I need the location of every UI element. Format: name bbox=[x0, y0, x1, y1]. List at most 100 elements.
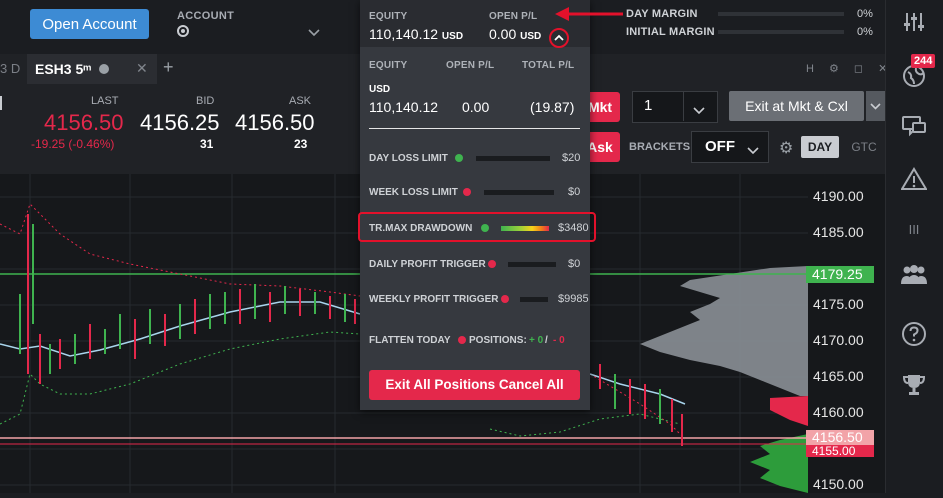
open-pl-currency: USD bbox=[520, 31, 542, 42]
equity-value: 110,140.12 USD bbox=[369, 26, 464, 42]
last-label: LAST bbox=[91, 95, 119, 107]
trophy-icon[interactable] bbox=[885, 372, 943, 404]
limit-bar bbox=[508, 262, 556, 267]
initial-margin-bar bbox=[718, 30, 844, 34]
positions-short: - 0 bbox=[553, 335, 565, 346]
price-marker-red: 4155.00 bbox=[806, 445, 874, 457]
positions-long: + 0 bbox=[529, 335, 544, 346]
tab-status-dot bbox=[99, 64, 109, 74]
account-label: ACCOUNT bbox=[177, 10, 235, 22]
table-open-pl-value: 0.00 bbox=[462, 99, 490, 115]
brackets-value: OFF bbox=[705, 138, 735, 155]
tab-partial[interactable]: 3 D bbox=[0, 61, 20, 76]
limit-amount: $9985 bbox=[558, 293, 589, 305]
positions-label: POSITIONS: bbox=[469, 335, 527, 346]
equity-currency: USD bbox=[441, 31, 464, 42]
currency-label: USD bbox=[369, 84, 391, 95]
chevron-up-icon[interactable] bbox=[553, 31, 565, 49]
ask-price[interactable]: 4156.50 bbox=[235, 110, 315, 136]
limit-amount: $3480 bbox=[558, 222, 589, 234]
limit-row-label: DAILY PROFIT TRIGGER bbox=[369, 259, 486, 270]
panel-edge-marker bbox=[0, 96, 2, 110]
tab-esh3-label: ESH3 5ᵐ bbox=[35, 61, 92, 77]
limit-row-label: TR.MAX DRAWDOWN bbox=[369, 223, 473, 234]
last-change: -19.25 (-0.46%) bbox=[31, 137, 115, 151]
close-icon[interactable]: ✕ bbox=[136, 60, 148, 77]
brackets-label: BRACKETS bbox=[629, 141, 691, 153]
divider bbox=[369, 128, 580, 129]
price-axis-label: 4175.00 bbox=[813, 296, 864, 312]
limit-amount: $20 bbox=[562, 152, 581, 164]
table-open-pl-label: OPEN P/L bbox=[446, 60, 495, 71]
status-dot bbox=[458, 336, 466, 344]
bid-price[interactable]: 4156.25 bbox=[140, 110, 220, 136]
price-axis-label: 4160.00 bbox=[813, 404, 864, 420]
table-total-pl-value: (19.87) bbox=[530, 99, 575, 115]
limit-row-label: WEEKLY PROFIT TRIGGER bbox=[369, 294, 499, 305]
status-dot bbox=[488, 260, 496, 268]
limit-amount: $0 bbox=[568, 258, 581, 270]
limit-row-label: WEEK LOSS LIMIT bbox=[369, 187, 458, 198]
status-dot bbox=[481, 224, 489, 232]
chat-icon[interactable] bbox=[885, 114, 943, 144]
open-account-button[interactable]: Open Account bbox=[30, 9, 149, 39]
price-axis-label: 4170.00 bbox=[813, 332, 864, 348]
bid-label: BID bbox=[196, 95, 215, 107]
quantity-divider bbox=[683, 91, 684, 121]
limit-bar bbox=[476, 156, 550, 161]
tab-tool-icons[interactable]: H ⚙ ◻ ✕ bbox=[806, 62, 893, 75]
limit-amount: $0 bbox=[568, 186, 581, 198]
tif-gtc-button[interactable]: GTC bbox=[844, 136, 884, 158]
day-margin-bar bbox=[718, 12, 844, 16]
account-radio-icon[interactable] bbox=[177, 25, 189, 37]
table-equity-label: EQUITY bbox=[369, 60, 408, 71]
limit-row-label: DAY LOSS LIMIT bbox=[369, 153, 448, 164]
initial-margin-pct: 0% bbox=[857, 26, 873, 38]
price-marker-green: 4179.25 bbox=[806, 266, 874, 283]
table-total-pl-label: TOTAL P/L bbox=[522, 60, 575, 71]
add-tab-icon[interactable]: + bbox=[163, 57, 174, 78]
exit-all-cancel-all-button[interactable]: Exit All Positions Cancel All bbox=[369, 370, 580, 400]
last-price: 4156.50 bbox=[44, 110, 124, 135]
status-dot bbox=[501, 295, 509, 303]
open-pl-value: 0.00 USD bbox=[489, 26, 542, 42]
limit-bar bbox=[520, 297, 548, 302]
exit-at-mkt-button[interactable]: Exit at Mkt & Cxl bbox=[729, 91, 864, 121]
globe-icon[interactable] bbox=[885, 64, 943, 94]
open-pl-label: OPEN P/L bbox=[489, 11, 538, 22]
ask-label: ASK bbox=[289, 95, 312, 107]
help-icon[interactable] bbox=[885, 321, 943, 353]
warning-icon[interactable] bbox=[885, 167, 943, 197]
table-equity-value: 110,140.12 bbox=[369, 99, 439, 115]
flatten-today-label: FLATTEN TODAY bbox=[369, 335, 451, 346]
volume-profile bbox=[640, 266, 808, 493]
equity-label: EQUITY bbox=[369, 11, 408, 22]
day-margin-pct: 0% bbox=[857, 8, 873, 20]
brackets-chevron-icon[interactable] bbox=[747, 142, 759, 160]
notification-badge: 244 bbox=[911, 54, 936, 68]
bid-size: 31 bbox=[200, 137, 214, 151]
status-dot bbox=[463, 188, 471, 196]
users-icon[interactable] bbox=[885, 264, 943, 292]
chevron-down-icon[interactable] bbox=[308, 26, 320, 40]
limit-bar bbox=[484, 190, 554, 195]
tif-day-button[interactable]: DAY bbox=[801, 136, 839, 158]
annotation-arrow bbox=[555, 6, 625, 27]
price-axis-label: 4185.00 bbox=[813, 224, 864, 240]
price-axis-label: 4190.00 bbox=[813, 188, 864, 204]
drawdown-gradient-bar bbox=[501, 226, 549, 231]
positions-separator: / bbox=[545, 335, 548, 346]
price-axis-label: 4165.00 bbox=[813, 368, 864, 384]
status-dot bbox=[455, 154, 463, 162]
day-margin-label: DAY MARGIN bbox=[626, 8, 698, 20]
columns-icon[interactable]: III bbox=[885, 222, 943, 237]
sliders-icon[interactable] bbox=[885, 10, 943, 40]
price-marker-last: 4156.50 bbox=[806, 430, 874, 445]
settings-gear-icon[interactable]: ⚙ bbox=[779, 138, 793, 158]
price-axis-label: 4150.00 bbox=[813, 476, 864, 492]
exit-menu-chevron-icon[interactable] bbox=[866, 91, 885, 121]
ask-size: 23 bbox=[294, 137, 308, 151]
quantity-chevron-icon[interactable] bbox=[693, 102, 705, 120]
initial-margin-label: INITIAL MARGIN bbox=[626, 26, 715, 38]
quantity-value: 1 bbox=[644, 97, 653, 114]
